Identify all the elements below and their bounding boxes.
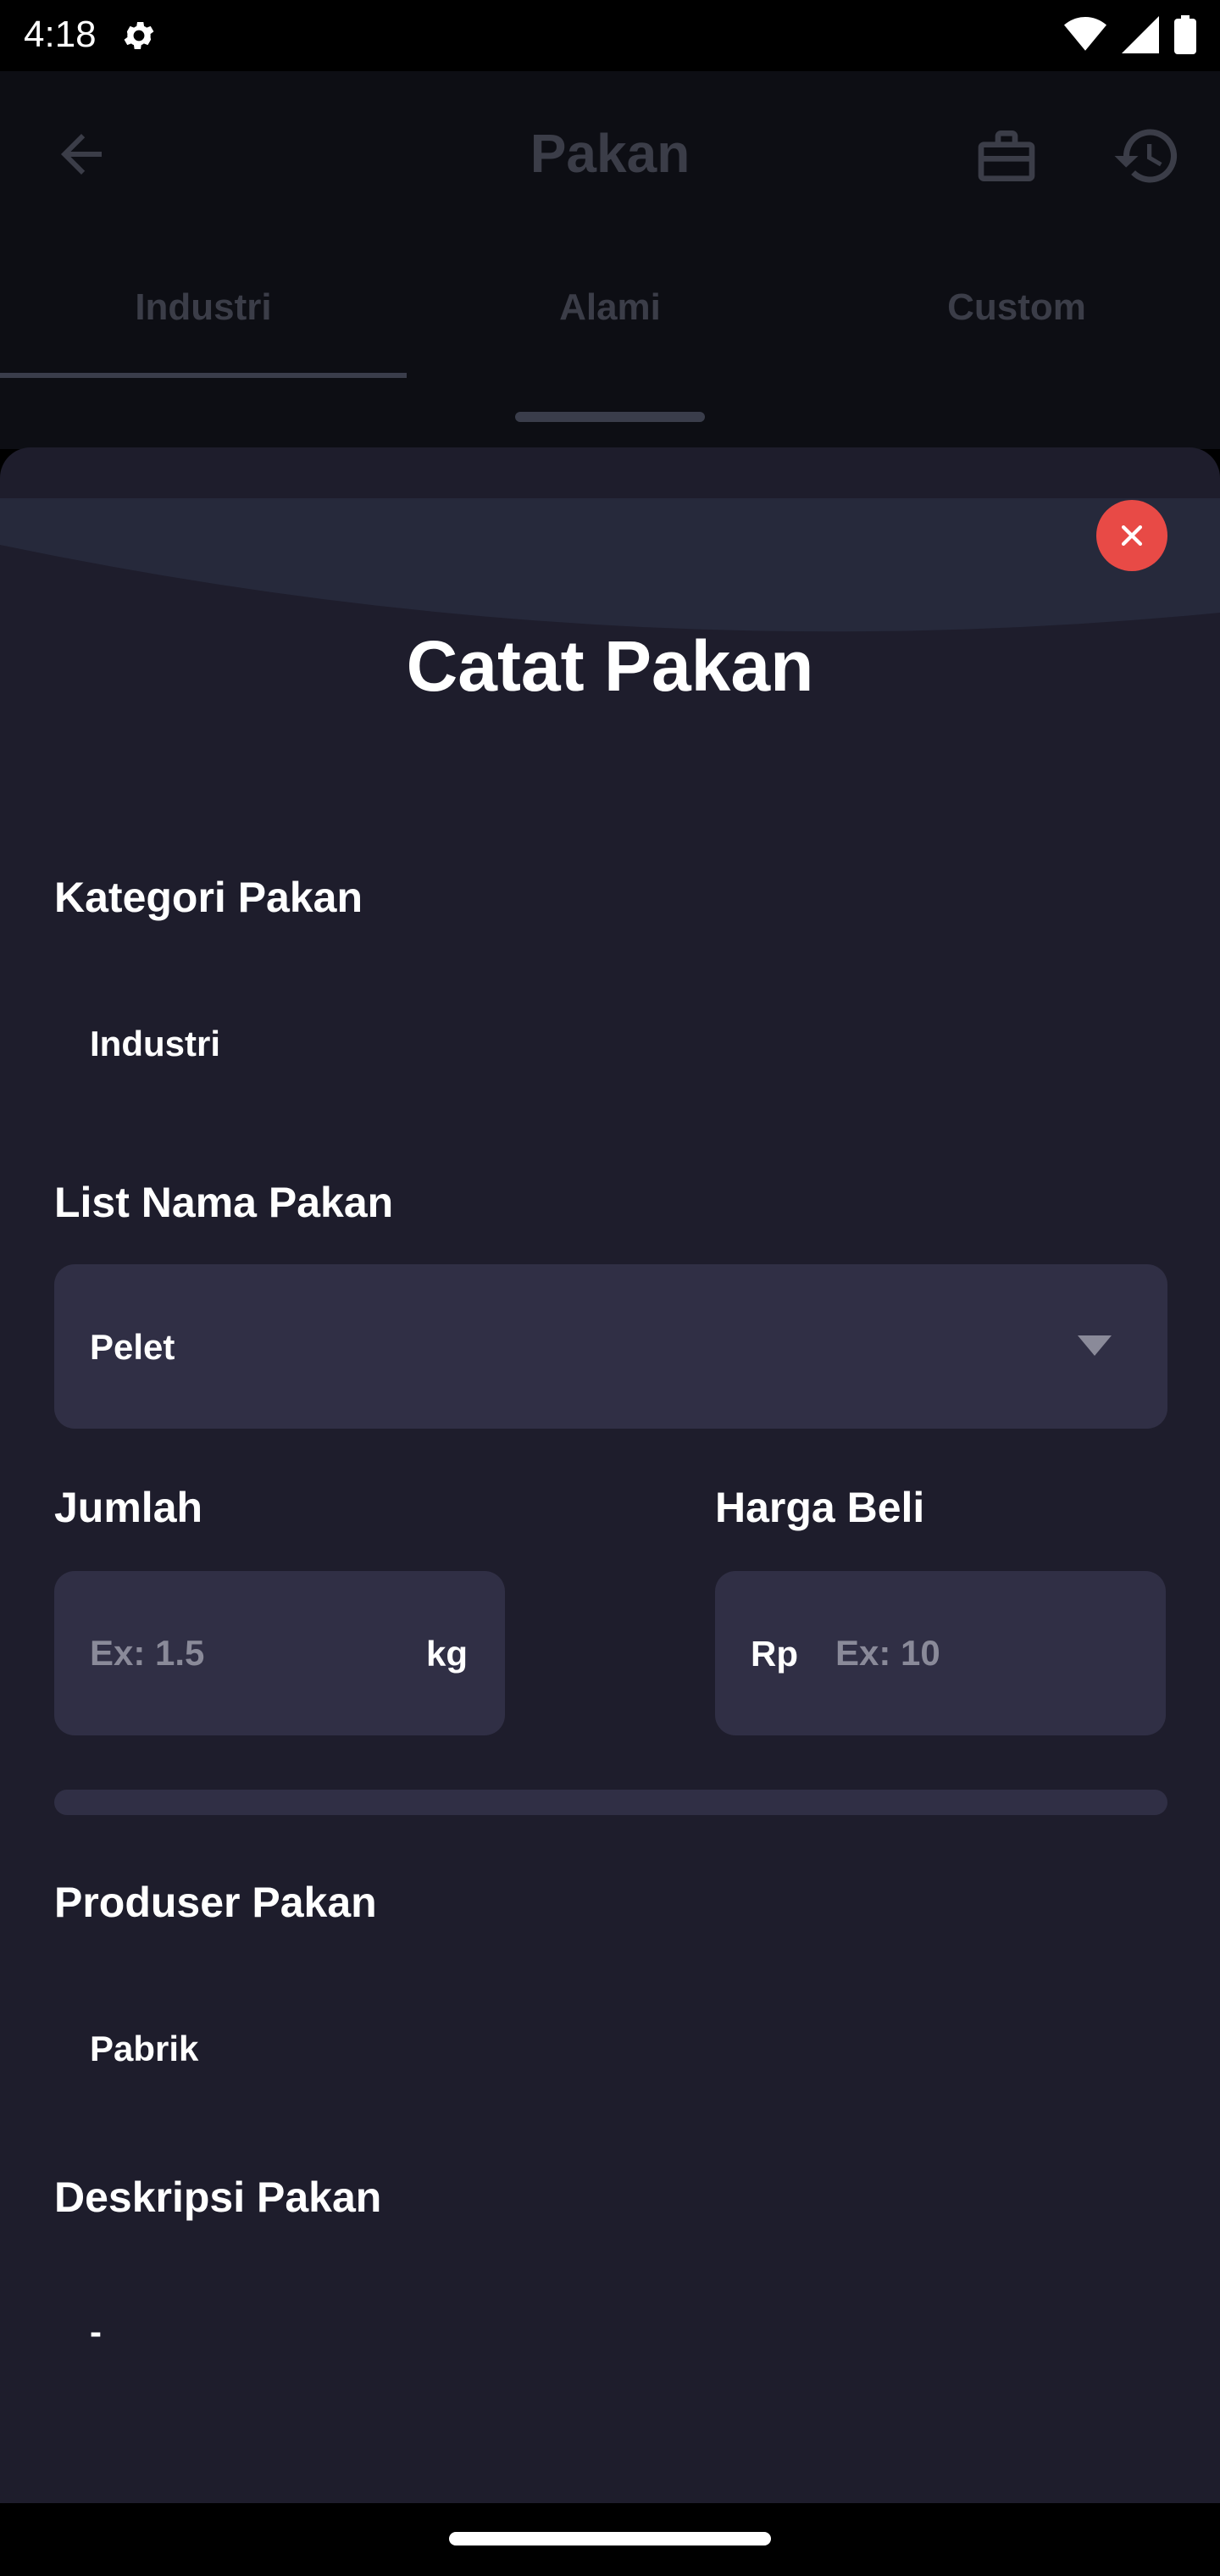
- harga-input[interactable]: [835, 1571, 1140, 1735]
- jumlah-label: Jumlah: [54, 1484, 203, 1531]
- jumlah-field: kg: [54, 1571, 505, 1735]
- produser-label: Produser Pakan: [54, 1879, 377, 1926]
- catat-pakan-sheet: Catat Pakan Kategori Pakan Industri List…: [0, 447, 1220, 2503]
- list-nama-label: List Nama Pakan: [54, 1179, 394, 1226]
- settings-icon: [124, 22, 154, 49]
- jumlah-unit: kg: [425, 1634, 468, 1674]
- pakan-dropdown[interactable]: Pelet: [54, 1264, 1167, 1429]
- pakan-dropdown-value: Pelet: [90, 1327, 175, 1367]
- close-button[interactable]: [1096, 500, 1167, 571]
- tab-bar: Industri Alami Custom: [0, 237, 1220, 378]
- signal-icon: [1122, 16, 1159, 53]
- produser-value: Pabrik: [90, 2029, 199, 2068]
- harga-field: Rp: [715, 1571, 1166, 1735]
- header-wave: [0, 498, 1220, 632]
- status-time: 4:18: [24, 14, 97, 55]
- navigation-bar: [0, 2503, 1220, 2576]
- tab-industri[interactable]: Industri: [0, 237, 407, 378]
- close-icon: [1121, 525, 1143, 547]
- deskripsi-label: Deskripsi Pakan: [54, 2174, 382, 2221]
- home-indicator[interactable]: [449, 2532, 771, 2545]
- chevron-down-icon: [1078, 1335, 1112, 1356]
- kategori-value: Industri: [90, 1024, 220, 1063]
- sheet-title: Catat Pakan: [406, 626, 814, 706]
- section-divider: [54, 1790, 1167, 1815]
- deskripsi-value: -: [90, 2312, 102, 2351]
- wifi-icon: [1064, 16, 1106, 51]
- battery-icon: [1174, 15, 1196, 54]
- harga-label: Harga Beli: [715, 1484, 925, 1531]
- tab-custom[interactable]: Custom: [813, 237, 1220, 378]
- kategori-label: Kategori Pakan: [54, 874, 363, 921]
- status-bar: 4:18: [0, 0, 1220, 71]
- history-icon[interactable]: [1112, 120, 1183, 192]
- tab-alami[interactable]: Alami: [407, 237, 813, 378]
- briefcase-icon[interactable]: [973, 122, 1040, 190]
- jumlah-input[interactable]: [90, 1571, 378, 1735]
- sheet-drag-handle[interactable]: [515, 412, 705, 422]
- harga-prefix: Rp: [751, 1634, 798, 1674]
